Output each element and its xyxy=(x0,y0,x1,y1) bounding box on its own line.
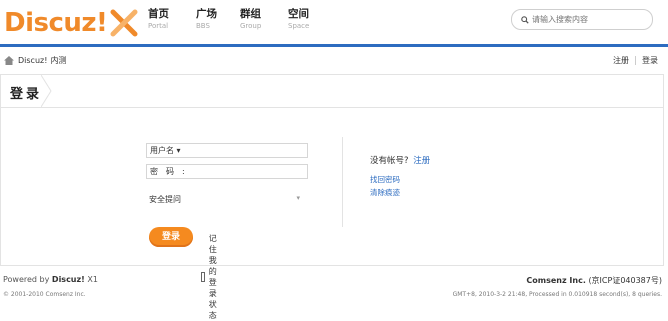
icp-link[interactable]: (京ICP证040387号) xyxy=(588,276,662,285)
nav-label: 群组 xyxy=(240,8,261,20)
panel-title: 登录 xyxy=(10,87,43,102)
nav-sublabel: Portal xyxy=(148,22,169,31)
nav-sublabel: Space xyxy=(288,22,310,31)
home-icon[interactable] xyxy=(4,56,14,65)
powered-version: X1 xyxy=(87,275,98,284)
logo-text: Discuz! xyxy=(4,8,108,38)
copyright: © 2001-2010 Comsenz Inc. xyxy=(3,291,86,298)
main-nav: 首页 Portal 广场 BBS 群组 Group 空间 Space xyxy=(148,8,338,30)
powered-prefix: Powered by xyxy=(3,275,50,284)
remember-checkbox[interactable] xyxy=(201,272,205,282)
header-divider xyxy=(0,44,668,47)
no-account-text: 没有帐号? xyxy=(370,156,409,166)
forgot-password-link[interactable]: 找回密码 xyxy=(370,174,430,185)
login-button[interactable]: 登录 xyxy=(149,227,193,247)
login-panel: 登录 用户名 ▾ 密 码 : 安全提问 ▾ 登录 记住我的登录状态 没有帐号? … xyxy=(0,74,664,320)
search-icon xyxy=(521,15,529,24)
powered-by: Powered by Discuz! X1 xyxy=(3,275,98,284)
server-stats: GMT+8, 2010-3-2 21:48, Processed in 0.01… xyxy=(452,291,662,298)
nav-label: 广场 xyxy=(196,8,217,20)
password-label: 密 码 : xyxy=(150,167,185,176)
search-box[interactable] xyxy=(511,9,653,30)
site-logo[interactable]: Discuz! xyxy=(4,6,139,40)
breadcrumb: Discuz! 内测 xyxy=(4,55,69,66)
top-bar: Discuz! 首页 Portal 广场 BBS 群组 Group 空间 Spa… xyxy=(0,0,668,44)
nav-sublabel: Group xyxy=(240,22,262,31)
username-field[interactable]: 用户名 ▾ xyxy=(146,143,308,158)
login-link[interactable]: 登录 xyxy=(642,55,658,66)
remember-me[interactable]: 记住我的登录状态 xyxy=(201,233,223,321)
account-links: 注册 登录 xyxy=(613,55,658,66)
nav-item-group[interactable]: 群组 Group xyxy=(240,8,288,30)
side-links: 没有帐号? 注册 找回密码 清除痕迹 xyxy=(370,154,430,198)
nav-sublabel: BBS xyxy=(196,22,210,31)
search-input[interactable] xyxy=(532,15,642,24)
panel-header: 登录 xyxy=(1,75,663,108)
tab-arrow-icon xyxy=(41,75,52,107)
vertical-divider xyxy=(342,137,343,227)
breadcrumb-current: 内测 xyxy=(50,56,67,65)
breadcrumb-home[interactable]: Discuz! xyxy=(18,56,47,65)
logo-x-icon xyxy=(110,9,138,37)
chevron-down-icon: ▾ xyxy=(296,194,300,202)
security-question-label: 安全提问 xyxy=(149,195,181,204)
nav-item-bbs[interactable]: 广场 BBS xyxy=(196,8,240,30)
clear-traces-link[interactable]: 清除痕迹 xyxy=(370,187,430,198)
nav-label: 空间 xyxy=(288,8,309,20)
nav-label: 首页 xyxy=(148,8,169,20)
powered-brand[interactable]: Discuz! xyxy=(52,275,85,284)
username-label[interactable]: 用户名 ▾ xyxy=(150,145,181,156)
company-info: Comsenz Inc. (京ICP证040387号) xyxy=(526,275,662,286)
nav-item-space[interactable]: 空间 Space xyxy=(288,8,338,30)
side-register-link[interactable]: 注册 xyxy=(413,156,430,166)
register-link[interactable]: 注册 xyxy=(613,55,629,66)
divider xyxy=(635,56,636,65)
password-field[interactable]: 密 码 : xyxy=(146,164,308,179)
security-question-select[interactable]: 安全提问 ▾ xyxy=(146,191,306,205)
nav-item-portal[interactable]: 首页 Portal xyxy=(148,8,196,30)
remember-label: 记住我的登录状态 xyxy=(208,234,217,320)
company-link[interactable]: Comsenz Inc. xyxy=(526,276,585,285)
